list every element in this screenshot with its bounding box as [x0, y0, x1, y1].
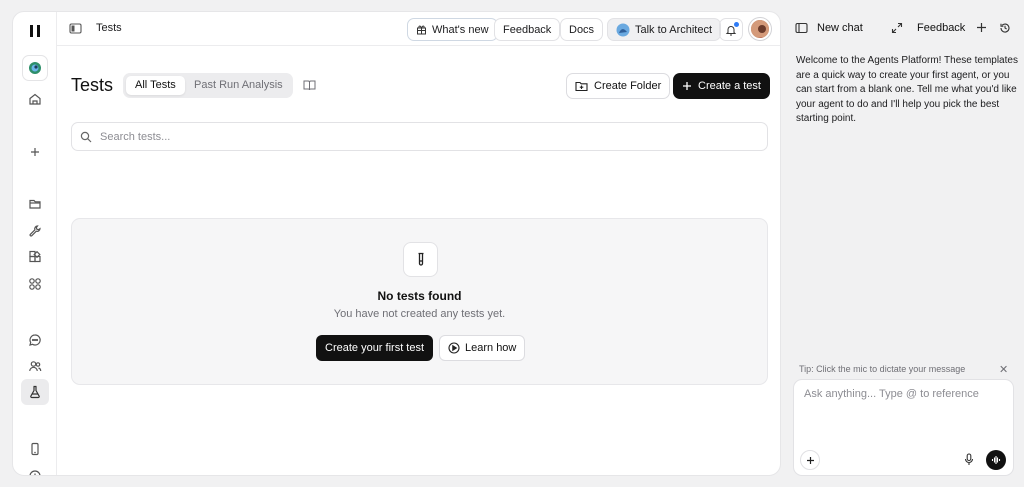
left-rail	[13, 12, 57, 475]
tab-all-tests[interactable]: All Tests	[126, 76, 185, 95]
notification-dot	[734, 22, 739, 27]
top-bar: Tests What's new Feedback Docs Talk to A…	[57, 12, 780, 46]
page-title: Tests	[71, 75, 114, 95]
mic-icon[interactable]	[964, 453, 974, 466]
chat-input-placeholder: Ask anything... Type @ to reference	[804, 388, 979, 400]
new-chat-plus-icon[interactable]	[976, 22, 987, 33]
home-icon[interactable]	[21, 86, 49, 112]
chat-input[interactable]: Ask anything... Type @ to reference	[793, 379, 1014, 476]
empty-subtitle: You have not created any tests yet.	[333, 308, 506, 320]
history-icon[interactable]	[999, 22, 1011, 34]
welcome-message: Welcome to the Agents Platform! These te…	[796, 55, 1018, 124]
chat-title: New chat	[817, 22, 863, 34]
play-circle-icon	[448, 342, 460, 354]
create-test-button[interactable]: Create a test	[673, 73, 770, 99]
whats-new-button[interactable]: What's new	[407, 18, 498, 41]
notifications-button[interactable]	[719, 18, 743, 41]
docs-label: Docs	[569, 23, 595, 36]
empty-state: No tests found You have not created any …	[71, 218, 768, 385]
learn-how-label: Learn how	[465, 342, 517, 354]
app-window: Tests What's new Feedback Docs Talk to A…	[12, 11, 781, 476]
sidebar-toggle-icon[interactable]	[69, 22, 82, 35]
feedback-button[interactable]: Feedback	[494, 18, 561, 41]
docs-button[interactable]: Docs	[560, 18, 604, 41]
folder-icon[interactable]	[21, 191, 49, 217]
whats-new-label: What's new	[432, 23, 489, 36]
tabs: All Tests Past Run Analysis	[123, 73, 293, 98]
talk-label: Talk to Architect	[635, 23, 713, 36]
chat-bubble-icon[interactable]	[21, 327, 49, 353]
learn-how-button[interactable]: Learn how	[439, 335, 526, 361]
flask-icon	[403, 242, 438, 277]
main-content: Tests All Tests Past Run Analysis Create…	[57, 46, 780, 475]
apps-icon[interactable]	[21, 271, 49, 297]
create-first-test-button[interactable]: Create your first test	[316, 335, 434, 361]
wrench-icon[interactable]	[21, 218, 49, 244]
breadcrumb: Tests	[96, 22, 122, 34]
plus-icon	[682, 81, 692, 91]
waveform-icon[interactable]	[986, 450, 1006, 470]
gift-icon	[416, 24, 427, 35]
history-icon[interactable]	[21, 463, 49, 475]
phone-icon[interactable]	[21, 436, 49, 462]
search-input[interactable]: Search tests...	[71, 122, 768, 151]
avatar[interactable]	[749, 18, 771, 40]
chat-feedback-button[interactable]: Feedback	[917, 22, 965, 34]
search-icon	[80, 131, 92, 143]
chat-panel: New chat Feedback Welcome to the Agents …	[786, 0, 1024, 487]
blocks-icon[interactable]	[21, 244, 49, 270]
folder-plus-icon	[575, 80, 588, 92]
book-icon[interactable]	[303, 79, 316, 91]
org-logo-icon[interactable]	[22, 55, 48, 81]
users-icon[interactable]	[21, 353, 49, 379]
tip-text: Tip: Click the mic to dictate your messa…	[799, 364, 966, 374]
create-folder-button[interactable]: Create Folder	[566, 73, 671, 99]
flask-icon[interactable]	[21, 379, 49, 405]
close-icon[interactable]: ✕	[999, 363, 1008, 376]
search-placeholder: Search tests...	[100, 130, 171, 143]
empty-title: No tests found	[377, 289, 462, 303]
plus-icon[interactable]	[21, 139, 49, 165]
feedback-label: Feedback	[503, 23, 552, 36]
create-folder-label: Create Folder	[594, 80, 662, 92]
pause-icon[interactable]	[21, 18, 49, 44]
attach-plus-button[interactable]	[800, 450, 820, 470]
create-test-label: Create a test	[698, 80, 761, 92]
sidebar-toggle-icon[interactable]	[795, 22, 808, 34]
talk-to-architect-button[interactable]: Talk to Architect	[607, 18, 722, 41]
expand-icon[interactable]	[891, 22, 903, 34]
chat-header: New chat Feedback	[786, 18, 1024, 38]
architect-avatar-icon	[616, 23, 630, 37]
tab-past-run-analysis[interactable]: Past Run Analysis	[185, 76, 292, 95]
